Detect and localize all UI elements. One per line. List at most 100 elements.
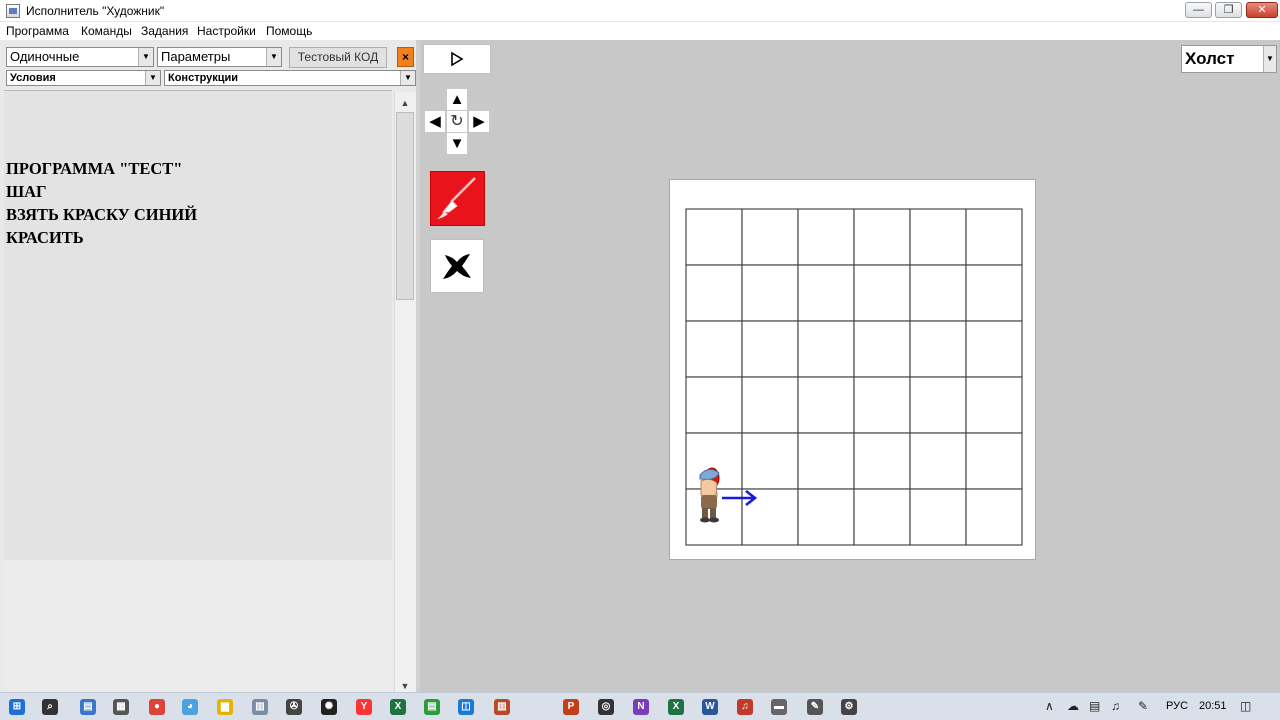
search-icon[interactable]: ⌕ xyxy=(42,699,58,715)
notification-icon[interactable]: ◫ xyxy=(1240,699,1251,713)
powerpoint-icon[interactable]: P xyxy=(563,699,579,715)
arrow-up-icon: ▲ xyxy=(449,91,465,108)
grid-cell[interactable] xyxy=(965,208,1023,266)
audio-icon[interactable]: ♫ xyxy=(737,699,753,715)
canvas-grid[interactable] xyxy=(685,208,1025,548)
language-indicator[interactable]: РУС xyxy=(1166,700,1188,712)
chevron-up-icon[interactable]: ∧ xyxy=(1045,699,1054,713)
menu-commands[interactable]: Команды xyxy=(81,24,132,38)
grid-cell[interactable] xyxy=(797,488,855,546)
menu-tasks[interactable]: Задания xyxy=(141,24,188,38)
task-view-icon[interactable]: ▤ xyxy=(80,699,96,715)
grid-cell[interactable] xyxy=(853,488,911,546)
word-icon[interactable]: W xyxy=(702,699,718,715)
grid-cell[interactable] xyxy=(965,488,1023,546)
grid-cell[interactable] xyxy=(909,264,967,322)
menu-help[interactable]: Помощь xyxy=(266,24,312,38)
settings-icon[interactable]: ⚙ xyxy=(841,699,857,715)
grid-cell[interactable] xyxy=(741,432,799,490)
scroll-thumb[interactable] xyxy=(396,112,414,300)
grid-cell[interactable] xyxy=(797,208,855,266)
pen-icon[interactable]: ✎ xyxy=(1138,699,1148,713)
grid-cell[interactable] xyxy=(909,376,967,434)
canvas-selector[interactable]: Холст ▼ xyxy=(1181,45,1277,73)
grid-cell[interactable] xyxy=(909,488,967,546)
calculator-icon[interactable]: ▦ xyxy=(113,699,129,715)
target-icon[interactable]: ◎ xyxy=(598,699,614,715)
paint-brush-button[interactable] xyxy=(430,171,485,226)
project-icon[interactable]: ▥ xyxy=(494,699,510,715)
code-editor-lower[interactable] xyxy=(4,560,392,690)
volume-icon[interactable]: ♫ xyxy=(1111,699,1120,713)
store-icon[interactable]: ◫ xyxy=(458,699,474,715)
scroll-up-icon[interactable]: ▲ xyxy=(394,94,416,112)
grid-cell[interactable] xyxy=(909,320,967,378)
grid-cell[interactable] xyxy=(741,264,799,322)
excel-icon[interactable]: X xyxy=(668,699,684,715)
yandex-icon[interactable]: Y xyxy=(356,699,372,715)
menu-settings[interactable]: Настройки xyxy=(197,24,256,38)
code-editor[interactable]: ПРОГРАММА "ТЕСТ" ШАГ ВЗЯТЬ КРАСКУ СИНИЙ … xyxy=(4,90,392,560)
move-up-button[interactable]: ▲ xyxy=(447,89,467,110)
run-button[interactable] xyxy=(423,44,491,74)
move-left-button[interactable]: ◀ xyxy=(425,111,445,132)
start-icon[interactable]: ⊞ xyxy=(9,699,25,715)
tool-icon[interactable]: ✎ xyxy=(807,699,823,715)
grid-cell[interactable] xyxy=(797,376,855,434)
tasks-icon[interactable]: ▤ xyxy=(424,699,440,715)
category-combo[interactable]: Одиночные ▼ xyxy=(6,47,154,67)
test-code-button[interactable]: Тестовый КОД xyxy=(289,47,387,68)
category-combo-value: Одиночные xyxy=(10,49,80,64)
network-icon[interactable]: ▥ xyxy=(252,699,268,715)
media-icon[interactable]: ✺ xyxy=(321,699,337,715)
file-explorer-icon[interactable]: ▆ xyxy=(217,699,233,715)
grid-cell[interactable] xyxy=(853,432,911,490)
code-line: ШАГ xyxy=(6,182,47,201)
grid-cell[interactable] xyxy=(909,208,967,266)
clear-canvas-button[interactable] xyxy=(430,239,484,293)
move-right-button[interactable]: ▶ xyxy=(469,111,489,132)
grid-cell[interactable] xyxy=(797,320,855,378)
scroll-down-icon[interactable]: ▼ xyxy=(394,680,416,692)
grid-cell[interactable] xyxy=(685,376,743,434)
paint-brush-icon xyxy=(437,177,476,219)
grid-cell[interactable] xyxy=(853,208,911,266)
grid-cell[interactable] xyxy=(965,264,1023,322)
parameters-combo-value: Параметры xyxy=(161,49,231,64)
rotate-button[interactable]: ↻ xyxy=(447,111,467,132)
grid-cell[interactable] xyxy=(797,264,855,322)
grid-cell[interactable] xyxy=(909,432,967,490)
move-down-button[interactable]: ▼ xyxy=(447,133,467,154)
chrome-icon[interactable]: ● xyxy=(149,699,165,715)
grid-cell[interactable] xyxy=(741,208,799,266)
onenote-icon[interactable]: N xyxy=(633,699,649,715)
chevron-down-icon: ▼ xyxy=(138,48,153,66)
menu-program[interactable]: Программа xyxy=(6,24,69,38)
minimize-button[interactable]: — xyxy=(1185,2,1212,18)
painter-app-icon[interactable]: ✇ xyxy=(286,699,302,715)
parameters-combo[interactable]: Параметры ▼ xyxy=(157,47,282,67)
clear-code-button[interactable]: × xyxy=(397,47,414,67)
ticket-icon[interactable]: ▬ xyxy=(771,699,787,715)
grid-cell[interactable] xyxy=(853,376,911,434)
grid-cell[interactable] xyxy=(685,264,743,322)
grid-cell[interactable] xyxy=(741,320,799,378)
browser-icon[interactable]: ◕ xyxy=(182,699,198,715)
grid-cell[interactable] xyxy=(853,264,911,322)
restore-button[interactable]: ❐ xyxy=(1215,2,1242,18)
close-button[interactable]: ✕ xyxy=(1246,2,1278,18)
grid-cell[interactable] xyxy=(853,320,911,378)
excel-icon[interactable]: X xyxy=(390,699,406,715)
conditions-combo[interactable]: Условия ▼ xyxy=(6,70,161,86)
grid-cell[interactable] xyxy=(741,376,799,434)
cloud-icon[interactable]: ☁ xyxy=(1067,699,1079,713)
grid-cell[interactable] xyxy=(797,432,855,490)
grid-cell[interactable] xyxy=(685,320,743,378)
clock[interactable]: 20:51 xyxy=(1199,700,1227,712)
grid-cell[interactable] xyxy=(965,376,1023,434)
grid-cell[interactable] xyxy=(965,432,1023,490)
grid-cell[interactable] xyxy=(965,320,1023,378)
network-icon[interactable]: ▤ xyxy=(1089,699,1100,713)
constructions-combo[interactable]: Конструкции ▼ xyxy=(164,70,416,86)
grid-cell[interactable] xyxy=(685,208,743,266)
